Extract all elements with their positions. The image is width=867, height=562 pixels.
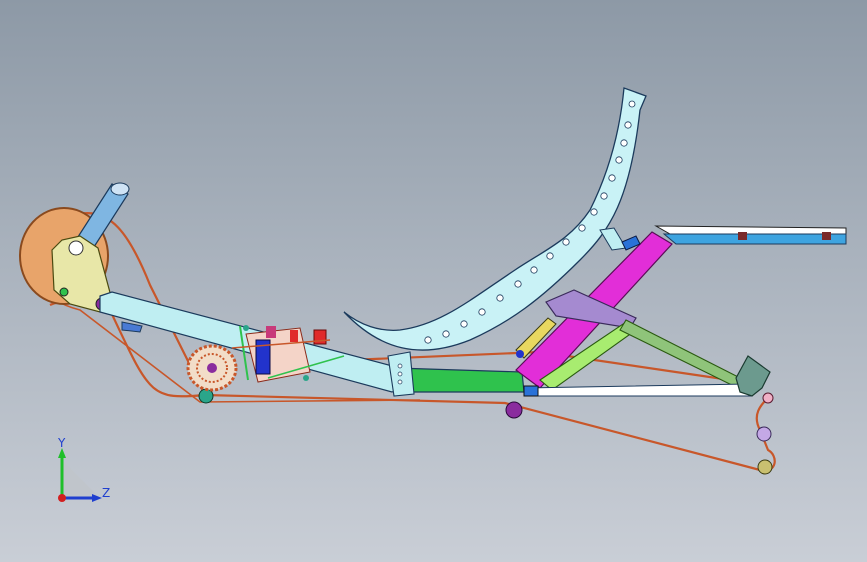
triad-plane bbox=[62, 460, 100, 498]
stay-clamp bbox=[523, 385, 539, 397]
lower-chain-stay[interactable] bbox=[619, 319, 753, 393]
recumbent-bike-frame-model[interactable] bbox=[0, 0, 867, 562]
cad-viewport[interactable]: Y Z bbox=[0, 0, 867, 562]
bracket-bolt bbox=[68, 240, 84, 256]
rear-dropout[interactable] bbox=[735, 355, 771, 397]
main-frame-tube[interactable] bbox=[395, 367, 525, 393]
rear-idler-lower[interactable] bbox=[757, 459, 773, 475]
coordinate-triad: Y Z bbox=[40, 436, 130, 510]
bracket-bolt-small bbox=[59, 287, 69, 297]
rear-dropout-node bbox=[762, 392, 774, 404]
rear-idler-upper[interactable] bbox=[756, 426, 772, 442]
rear-hub-cassette[interactable] bbox=[186, 344, 238, 392]
x-axis-origin bbox=[58, 494, 66, 502]
triad-svg bbox=[58, 448, 102, 502]
z-axis-label: Z bbox=[102, 486, 111, 500]
seat-rail bbox=[599, 227, 627, 251]
y-axis-label: Y bbox=[58, 436, 66, 450]
mid-idler[interactable] bbox=[505, 401, 523, 419]
mount-slots bbox=[397, 363, 403, 385]
derailleur-bracket bbox=[121, 321, 143, 333]
rear-rack[interactable] bbox=[654, 225, 847, 245]
shock-eye bbox=[516, 350, 524, 358]
